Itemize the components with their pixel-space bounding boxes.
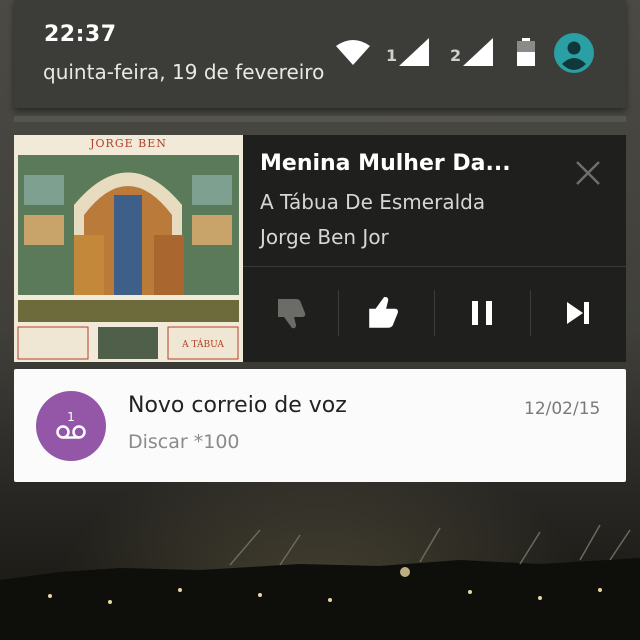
media-notification[interactable]: A TÁBUA JORGE BEN Menina Mulher Da... A … xyxy=(14,135,626,362)
album-art-image: A TÁBUA xyxy=(14,135,243,362)
song-title: Menina Mulher Da... xyxy=(260,151,511,176)
pause-icon xyxy=(472,301,492,325)
thumbs-up-button[interactable] xyxy=(354,287,414,339)
signal-icon[interactable] xyxy=(463,38,493,66)
skip-next-icon xyxy=(567,302,589,324)
sim2-label: 2 xyxy=(450,46,462,65)
pause-button[interactable] xyxy=(452,287,512,339)
album-art: A TÁBUA JORGE BEN xyxy=(14,135,243,362)
voicemail-title: Novo correio de voz xyxy=(128,393,347,418)
date-label: quinta-feira, 19 de fevereiro xyxy=(43,60,325,84)
artist-name: Jorge Ben Jor xyxy=(260,225,389,249)
album-art-title: JORGE BEN xyxy=(90,137,167,150)
city-skyline xyxy=(0,524,640,640)
header-shadow-strip xyxy=(14,116,626,122)
skip-next-button[interactable] xyxy=(548,287,608,339)
battery-icon[interactable] xyxy=(517,38,535,66)
control-separator xyxy=(530,290,531,336)
media-divider xyxy=(243,266,626,267)
voicemail-icon: 1 xyxy=(56,410,86,439)
wifi-icon[interactable] xyxy=(336,40,370,66)
voicemail-subtitle: Discar *100 xyxy=(128,431,240,453)
voicemail-avatar: 1 xyxy=(36,391,106,461)
svg-text:A TÁBUA: A TÁBUA xyxy=(181,338,224,350)
quick-settings-header: 22:37 quinta-feira, 19 de fevereiro 1 2 xyxy=(14,0,626,108)
thumbs-down-icon xyxy=(278,299,306,329)
control-separator xyxy=(338,290,339,336)
clock: 22:37 xyxy=(44,22,117,47)
thumbs-up-icon xyxy=(369,296,398,328)
voicemail-date: 12/02/15 xyxy=(524,399,601,419)
user-avatar-icon[interactable] xyxy=(554,33,594,73)
sim1-label: 1 xyxy=(386,46,398,65)
voicemail-count: 1 xyxy=(67,410,75,424)
voicemail-notification[interactable]: 1 Novo correio de voz Discar *100 12/02/… xyxy=(14,369,626,482)
thumbs-down-button[interactable] xyxy=(262,287,322,339)
close-icon[interactable] xyxy=(572,157,604,189)
control-separator xyxy=(434,290,435,336)
album-name: A Tábua De Esmeralda xyxy=(260,190,486,214)
signal-icon[interactable] xyxy=(399,38,429,66)
